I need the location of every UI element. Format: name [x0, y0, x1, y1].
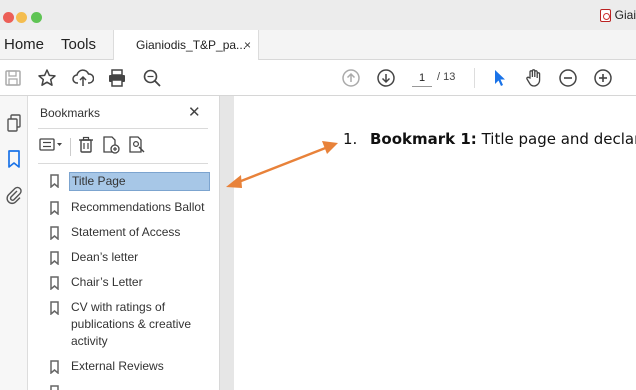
bookmarks-panel-icon[interactable] — [3, 148, 25, 170]
save-icon[interactable] — [2, 67, 24, 89]
zoom-in-icon[interactable] — [592, 67, 614, 89]
bookmark-icon — [50, 276, 59, 290]
bookmark-item[interactable]: Recommendations Ballot — [50, 199, 220, 216]
current-page-input[interactable]: 1 — [412, 69, 432, 87]
total-pages-label: / 13 — [437, 71, 456, 83]
next-page-icon[interactable] — [375, 67, 397, 89]
bookmark-label: CV with ratings of publications & creati… — [71, 300, 192, 348]
document-tab[interactable]: Gianiodis_T&P_pa... × — [113, 30, 259, 60]
bookmark-item[interactable]: Chair’s Letter — [50, 274, 220, 291]
new-bookmark-icon[interactable] — [101, 135, 121, 159]
navigation-rail — [0, 96, 28, 390]
cloud-upload-icon[interactable] — [72, 67, 94, 89]
bookmark-item[interactable]: Title Page — [50, 172, 220, 191]
bookmark-icon — [50, 226, 59, 240]
bookmark-item-partial[interactable] — [50, 383, 220, 390]
zoom-window-button[interactable] — [31, 12, 42, 23]
bookmark-icon — [50, 301, 59, 315]
bookmark-icon — [50, 360, 59, 374]
bookmark-item[interactable]: External Reviews — [50, 358, 220, 375]
panel-divider — [38, 163, 208, 164]
document-list-item: 1. Bookmark 1: Title page and declarat — [343, 130, 636, 148]
home-tab[interactable]: Home — [4, 36, 44, 53]
bookmark-item[interactable]: Dean’s letter — [50, 249, 220, 266]
delete-bookmark-icon[interactable] — [77, 136, 95, 159]
bookmark-label: Chair’s Letter — [71, 275, 143, 289]
options-menu-icon[interactable] — [38, 136, 64, 159]
page-thumbnails-icon[interactable] — [3, 112, 25, 134]
bookmark-icon — [50, 174, 59, 188]
main-toolbar: 1 / 13 — [0, 60, 636, 96]
document-gutter — [220, 96, 234, 390]
tag-bookmark-icon[interactable] — [127, 135, 147, 159]
window-title-text: Giai — [614, 8, 636, 22]
bookmark-label: Title Page — [69, 172, 210, 191]
window-title: Giai — [599, 8, 636, 22]
toolbar-divider — [474, 68, 475, 88]
bookmark-item[interactable]: Statement of Access — [50, 224, 220, 241]
title-bar: Giai — [0, 0, 636, 30]
bookmark-label: Recommendations Ballot — [71, 200, 205, 214]
panel-divider — [38, 128, 208, 129]
bookmark-icon — [50, 251, 59, 265]
bookmark-label: External Reviews — [71, 359, 164, 373]
document-tab-label: Gianiodis_T&P_pa... — [136, 38, 247, 52]
document-tab-close-button[interactable]: × — [244, 38, 251, 52]
star-icon[interactable] — [36, 67, 58, 89]
close-window-button[interactable] — [3, 12, 14, 23]
acrobat-window: Giai Home Tools Gianiodis_T&P_pa... × 1 … — [0, 0, 636, 390]
bookmark-item[interactable]: CV with ratings of publications & creati… — [50, 299, 220, 350]
select-cursor-icon[interactable] — [488, 67, 510, 89]
tools-tab[interactable]: Tools — [61, 36, 96, 53]
tab-row: Home Tools Gianiodis_T&P_pa... × — [0, 30, 636, 60]
bookmarks-panel: Bookmarks ✕ Title Page Recommendations B… — [28, 96, 220, 390]
list-number: 1. — [343, 130, 358, 148]
attachments-icon[interactable] — [3, 184, 25, 206]
document-page: 1. Bookmark 1: Title page and declarat — [234, 96, 636, 390]
bookmark-label: Dean’s letter — [71, 250, 139, 264]
pdf-file-icon — [599, 8, 611, 22]
toolbar-divider — [70, 138, 71, 156]
list-item-bold-label: Bookmark 1: — [370, 130, 477, 148]
hand-tool-icon[interactable] — [523, 67, 545, 89]
previous-page-icon[interactable] — [340, 67, 362, 89]
minimize-window-button[interactable] — [16, 12, 27, 23]
bookmark-list: Title Page Recommendations Ballot Statem… — [50, 172, 220, 390]
bookmarks-panel-close-button[interactable]: ✕ — [188, 103, 201, 121]
bookmark-icon — [50, 385, 59, 390]
bookmarks-toolbar — [38, 135, 147, 159]
zoom-out-icon[interactable] — [557, 67, 579, 89]
bookmark-icon — [50, 201, 59, 215]
search-icon[interactable] — [141, 67, 163, 89]
print-icon[interactable] — [106, 67, 128, 89]
list-item-text: Title page and declarat — [481, 130, 636, 148]
bookmark-label: Statement of Access — [71, 225, 181, 239]
bookmarks-panel-title: Bookmarks — [40, 106, 101, 120]
